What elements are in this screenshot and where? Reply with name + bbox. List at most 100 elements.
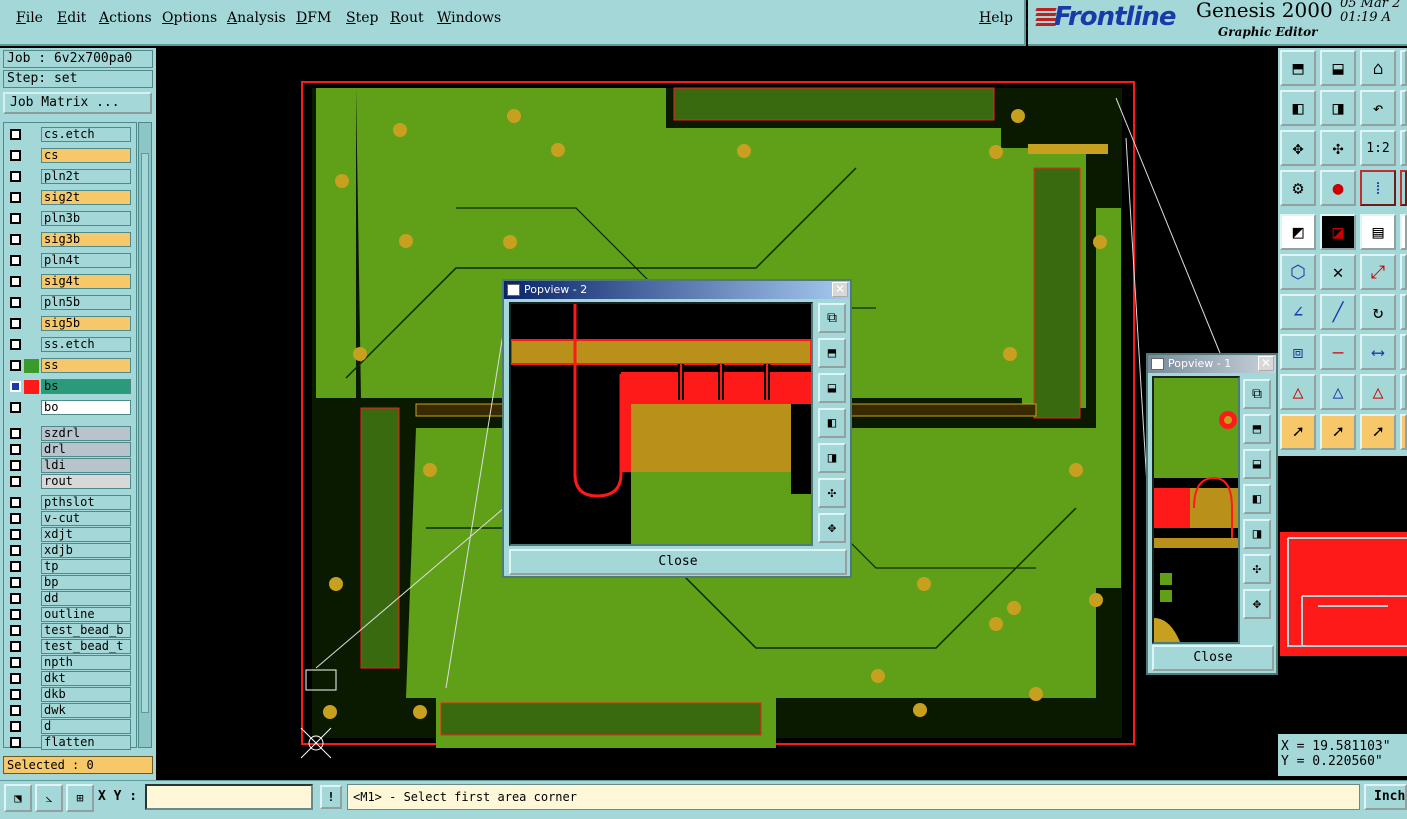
layer-name[interactable]: pln2t: [41, 169, 131, 184]
layer-name[interactable]: bp: [41, 575, 131, 590]
line-icon[interactable]: ╱: [1320, 294, 1356, 330]
layer-name[interactable]: ss.etch: [41, 337, 131, 352]
layer-row[interactable]: sig4t: [8, 274, 136, 290]
layer-checkbox[interactable]: [10, 381, 21, 392]
layer-name[interactable]: dkb: [41, 687, 131, 702]
arc-icon[interactable]: ↻: [1360, 294, 1396, 330]
pan-left-icon[interactable]: ◧: [1243, 484, 1271, 514]
layer-name[interactable]: outline: [41, 607, 131, 622]
layer-checkbox[interactable]: [10, 561, 21, 572]
layer-checkbox[interactable]: [10, 705, 21, 716]
zoom-out-icon[interactable]: ✣: [1243, 554, 1271, 584]
layer-checkbox[interactable]: [10, 689, 21, 700]
layer-row[interactable]: pln4t: [8, 253, 136, 269]
layer-name[interactable]: xdjb: [41, 543, 131, 558]
layer-name[interactable]: pln4t: [41, 253, 131, 268]
layer-row[interactable]: xdjt: [8, 527, 136, 543]
zoom-in-icon[interactable]: ✥: [1243, 589, 1271, 619]
scrollbar-thumb[interactable]: [141, 153, 149, 713]
more-tools-icon[interactable]: [1400, 334, 1407, 370]
layer-name[interactable]: flatten: [41, 735, 131, 750]
layer-name[interactable]: ss: [41, 358, 131, 373]
layer-name[interactable]: pthslot: [41, 495, 131, 510]
layer-color-swatch[interactable]: [24, 296, 39, 310]
layer-name[interactable]: dwk: [41, 703, 131, 718]
pan-down-icon[interactable]: ⬓: [818, 373, 846, 403]
layer-row[interactable]: dd: [8, 591, 136, 607]
layer-checkbox[interactable]: [10, 192, 21, 203]
popview-1-close-button[interactable]: Close: [1152, 645, 1274, 671]
layer-name[interactable]: sig3b: [41, 232, 131, 247]
zoom-home-icon[interactable]: ⬒: [1280, 50, 1316, 86]
measure-icon[interactable]: ⟷: [1360, 334, 1396, 370]
layer-row[interactable]: pln3b: [8, 211, 136, 227]
pointer-select-icon[interactable]: ➚: [1360, 414, 1396, 450]
layer-checkbox[interactable]: [10, 444, 21, 455]
pan-right-icon[interactable]: ◨: [1320, 90, 1356, 126]
layer-checkbox[interactable]: [10, 297, 21, 308]
ruler-icon[interactable]: ▤: [1360, 214, 1396, 250]
layer-name[interactable]: v-cut: [41, 511, 131, 526]
draw-icon[interactable]: ◪: [1320, 214, 1356, 250]
layer-row[interactable]: ldi: [8, 458, 136, 474]
layer-color-swatch[interactable]: [24, 720, 39, 734]
more-tools-icon[interactable]: [1400, 50, 1407, 86]
layer-checkbox[interactable]: [10, 171, 21, 182]
layer-name[interactable]: bo: [41, 400, 131, 415]
layer-color-swatch[interactable]: [24, 212, 39, 226]
triangle-icon[interactable]: △: [1280, 374, 1316, 410]
layer-checkbox[interactable]: [10, 476, 21, 487]
overview-map[interactable]: [1278, 456, 1407, 732]
layer-name[interactable]: npth: [41, 655, 131, 670]
layer-checkbox[interactable]: [10, 339, 21, 350]
layer-color-swatch[interactable]: [24, 401, 39, 415]
layer-row[interactable]: drl: [8, 442, 136, 458]
layer-color-swatch[interactable]: [24, 427, 39, 441]
menu-help[interactable]: Help: [979, 10, 1013, 26]
layer-name[interactable]: bs: [41, 379, 131, 394]
cross-icon[interactable]: ✕: [1320, 254, 1356, 290]
layer-row[interactable]: sig5b: [8, 316, 136, 332]
menu-analysis[interactable]: Analysis: [227, 10, 286, 26]
pointer-box-icon[interactable]: ➚: [1320, 414, 1356, 450]
layer-name[interactable]: dkt: [41, 671, 131, 686]
layer-row[interactable]: outline: [8, 607, 136, 623]
layer-name[interactable]: test_bead_t: [41, 639, 131, 654]
layer-row[interactable]: pln2t: [8, 169, 136, 185]
zoom-back-icon[interactable]: ↶: [1360, 90, 1396, 126]
zoom-out-icon[interactable]: ✣: [818, 478, 846, 508]
split-icon[interactable]: ―: [1320, 334, 1356, 370]
layer-color-swatch[interactable]: [24, 672, 39, 686]
zoom-home-icon[interactable]: ⧉: [1243, 379, 1271, 409]
zoom-area-icon[interactable]: ⬔: [4, 784, 32, 812]
net-icon[interactable]: ●: [1320, 170, 1356, 206]
layer-color-swatch[interactable]: [24, 254, 39, 268]
select-icon[interactable]: ◩: [1280, 214, 1316, 250]
popview-1-titlebar[interactable]: Popview - 1 ✕: [1148, 355, 1276, 373]
more-tools-icon[interactable]: [1400, 414, 1407, 450]
layer-checkbox[interactable]: [10, 129, 21, 140]
zoom-home-icon[interactable]: ⧉: [818, 303, 846, 333]
layer-name[interactable]: szdrl: [41, 426, 131, 441]
layer-row[interactable]: dkt: [8, 671, 136, 687]
layer-row[interactable]: tp: [8, 559, 136, 575]
layer-checkbox[interactable]: [10, 428, 21, 439]
layer-color-swatch[interactable]: [24, 359, 39, 373]
layer-row[interactable]: flatten: [8, 735, 136, 751]
layer-color-swatch[interactable]: [24, 191, 39, 205]
layer-color-swatch[interactable]: [24, 608, 39, 622]
popview-1-view[interactable]: [1152, 376, 1240, 644]
layer-checkbox[interactable]: [10, 737, 21, 748]
layer-name[interactable]: pln5b: [41, 295, 131, 310]
close-icon[interactable]: ✕: [832, 282, 848, 297]
layer-color-swatch[interactable]: [24, 640, 39, 654]
layer-feature-icon[interactable]: ⁞: [1360, 170, 1396, 206]
layer-color-swatch[interactable]: [24, 560, 39, 574]
layer-row[interactable]: rout: [8, 474, 136, 490]
layer-row[interactable]: npth: [8, 655, 136, 671]
more-tools-icon[interactable]: [1400, 374, 1407, 410]
layer-row[interactable]: test_bead_b: [8, 623, 136, 639]
route-icon[interactable]: ⤢: [1360, 254, 1396, 290]
pan-down-icon[interactable]: ⬓: [1320, 50, 1356, 86]
layer-checkbox[interactable]: [10, 657, 21, 668]
